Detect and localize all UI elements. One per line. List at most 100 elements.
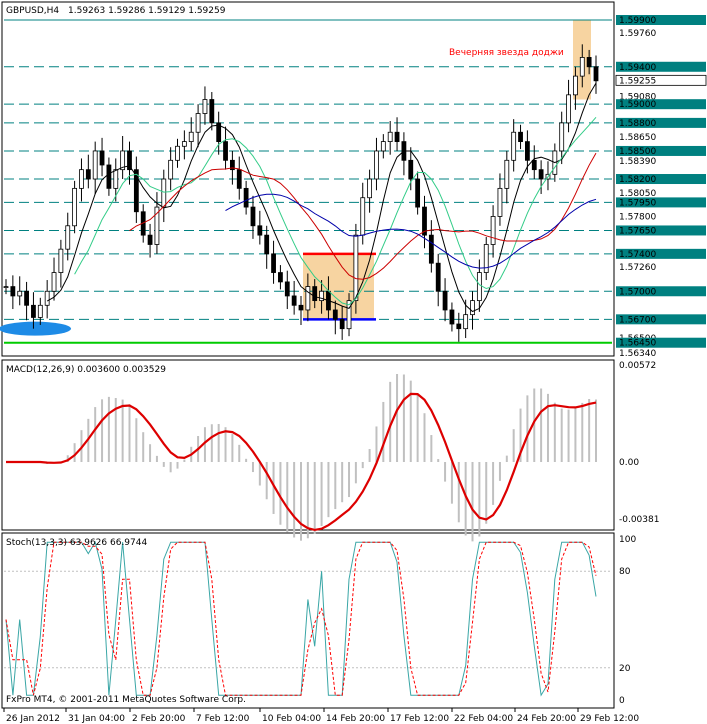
price-tick-label: 1.58390 bbox=[619, 157, 656, 167]
candle-body bbox=[367, 178, 373, 199]
candle-body bbox=[573, 75, 578, 96]
time-tick-label: 10 Feb 04:00 bbox=[262, 714, 321, 724]
candle-body bbox=[51, 272, 57, 292]
price-tick-label: 1.58800 bbox=[619, 119, 656, 129]
candle-body bbox=[202, 99, 208, 114]
time-tick-label: 26 Jan 2012 bbox=[6, 714, 60, 724]
candle-body bbox=[332, 309, 338, 320]
candle-body bbox=[511, 131, 517, 161]
candle-body bbox=[518, 131, 523, 143]
candle-body bbox=[435, 262, 441, 292]
price-axis: 1.599001.597601.594001.592551.590801.590… bbox=[615, 15, 707, 359]
candle-body bbox=[476, 272, 482, 302]
stoch-tick-label: 80 bbox=[619, 567, 631, 577]
candle-body bbox=[490, 216, 496, 245]
candle-body bbox=[79, 169, 84, 189]
candle-body bbox=[85, 169, 91, 180]
time-axis: 26 Jan 2012 31 Jan 04:00 2 Feb 20:00 7 Feb … bbox=[3, 708, 639, 724]
price-tick-label: 1.58200 bbox=[619, 175, 656, 185]
candle-body bbox=[10, 286, 16, 297]
candle-body bbox=[31, 304, 36, 318]
stoch-tick-label: 100 bbox=[619, 535, 636, 545]
candle-body bbox=[504, 159, 510, 189]
macd-tick-label: -0.00381 bbox=[619, 515, 659, 525]
candle-body bbox=[586, 57, 592, 68]
macd-tick-label: 0.00572 bbox=[619, 361, 656, 371]
candle-body bbox=[339, 318, 345, 330]
candle-body bbox=[257, 225, 263, 236]
price-tick-label: 1.59000 bbox=[619, 100, 656, 110]
candle-body bbox=[387, 131, 393, 143]
candle-body bbox=[161, 178, 167, 208]
candle-body bbox=[250, 206, 256, 227]
candle-body bbox=[65, 225, 71, 250]
candle-body bbox=[147, 234, 153, 245]
candle-body bbox=[99, 150, 105, 166]
candle-body bbox=[531, 159, 537, 171]
symbol-header: GBPUSD,H4 bbox=[6, 6, 59, 16]
candle-body bbox=[298, 304, 304, 311]
candle-body bbox=[175, 145, 180, 161]
price-tick-label: 1.56450 bbox=[619, 339, 656, 349]
candle-body bbox=[106, 164, 112, 189]
candle-body bbox=[538, 169, 544, 180]
candle-body bbox=[181, 141, 187, 147]
candle-body bbox=[3, 286, 9, 288]
candle-body bbox=[243, 187, 249, 208]
price-tick-label: 1.58500 bbox=[619, 147, 656, 157]
candle-body bbox=[497, 187, 503, 217]
candle-body bbox=[442, 290, 448, 311]
candle-body bbox=[312, 286, 318, 302]
candle-body bbox=[24, 290, 29, 306]
time-tick-label: 22 Feb 04:00 bbox=[454, 714, 513, 724]
candle-body bbox=[449, 309, 455, 325]
stoch-panel-frame bbox=[1, 532, 615, 709]
candle-body bbox=[470, 300, 475, 316]
price-tick-label: 1.59255 bbox=[619, 76, 656, 86]
price-tick-label: 1.59900 bbox=[619, 16, 656, 26]
price-tick-label: 1.58650 bbox=[619, 133, 656, 143]
candle-body bbox=[284, 281, 290, 297]
price-tick-label: 1.59760 bbox=[619, 29, 656, 39]
price-tick-label: 1.56700 bbox=[619, 315, 656, 325]
candle-body bbox=[44, 290, 50, 306]
candle-body bbox=[195, 113, 201, 133]
candle-body bbox=[428, 234, 434, 264]
price-tick-label: 1.59400 bbox=[619, 63, 656, 73]
candle-body bbox=[168, 159, 174, 180]
candle-body bbox=[92, 150, 98, 180]
candle-body bbox=[415, 178, 421, 208]
price-tick-label: 1.57400 bbox=[619, 250, 656, 260]
price-tick-label: 1.56340 bbox=[619, 349, 656, 359]
stoch-label: Stoch(13,3,3) 63.9626 66.9744 bbox=[6, 538, 147, 548]
candle-body bbox=[305, 286, 311, 311]
candle-body bbox=[264, 234, 270, 255]
stoch-tick-label: 20 bbox=[619, 664, 631, 674]
candle-body bbox=[380, 141, 386, 152]
stoch-tick-label: 0 bbox=[619, 696, 625, 706]
candle-body bbox=[456, 323, 462, 330]
candle-body bbox=[127, 150, 132, 171]
candle-body bbox=[17, 290, 23, 297]
candle-body bbox=[360, 197, 366, 236]
price-tick-label: 1.57650 bbox=[619, 226, 656, 236]
price-tick-label: 1.57000 bbox=[619, 287, 656, 297]
macd-label: MACD(12,26,9) 0.003600 0.003529 bbox=[6, 365, 166, 375]
candle-body bbox=[278, 272, 283, 283]
candle-body bbox=[58, 248, 64, 273]
copyright-text: FxPro MT4, © 2001-2011 MetaQuotes Softwa… bbox=[6, 695, 246, 705]
price-tick-label: 1.57950 bbox=[619, 198, 656, 208]
time-tick-label: 7 Feb 12:00 bbox=[196, 714, 250, 724]
time-tick-label: 17 Feb 12:00 bbox=[390, 714, 449, 724]
candle-body bbox=[566, 94, 571, 124]
price-tick-label: 1.57800 bbox=[619, 212, 656, 222]
macd-tick-label: 0.00 bbox=[619, 458, 639, 468]
candle-body bbox=[113, 169, 119, 189]
blue-ellipse bbox=[0, 321, 71, 336]
candle-body bbox=[209, 99, 215, 124]
price-chart[interactable]: 0.00572 0.00 -0.00381 100 80 20 0 1.59900 1.59… bbox=[0, 0, 707, 724]
candle-body bbox=[593, 66, 599, 82]
candle-body bbox=[524, 141, 530, 161]
time-tick-label: 2 Feb 20:00 bbox=[132, 714, 186, 724]
candle-body bbox=[559, 122, 565, 152]
